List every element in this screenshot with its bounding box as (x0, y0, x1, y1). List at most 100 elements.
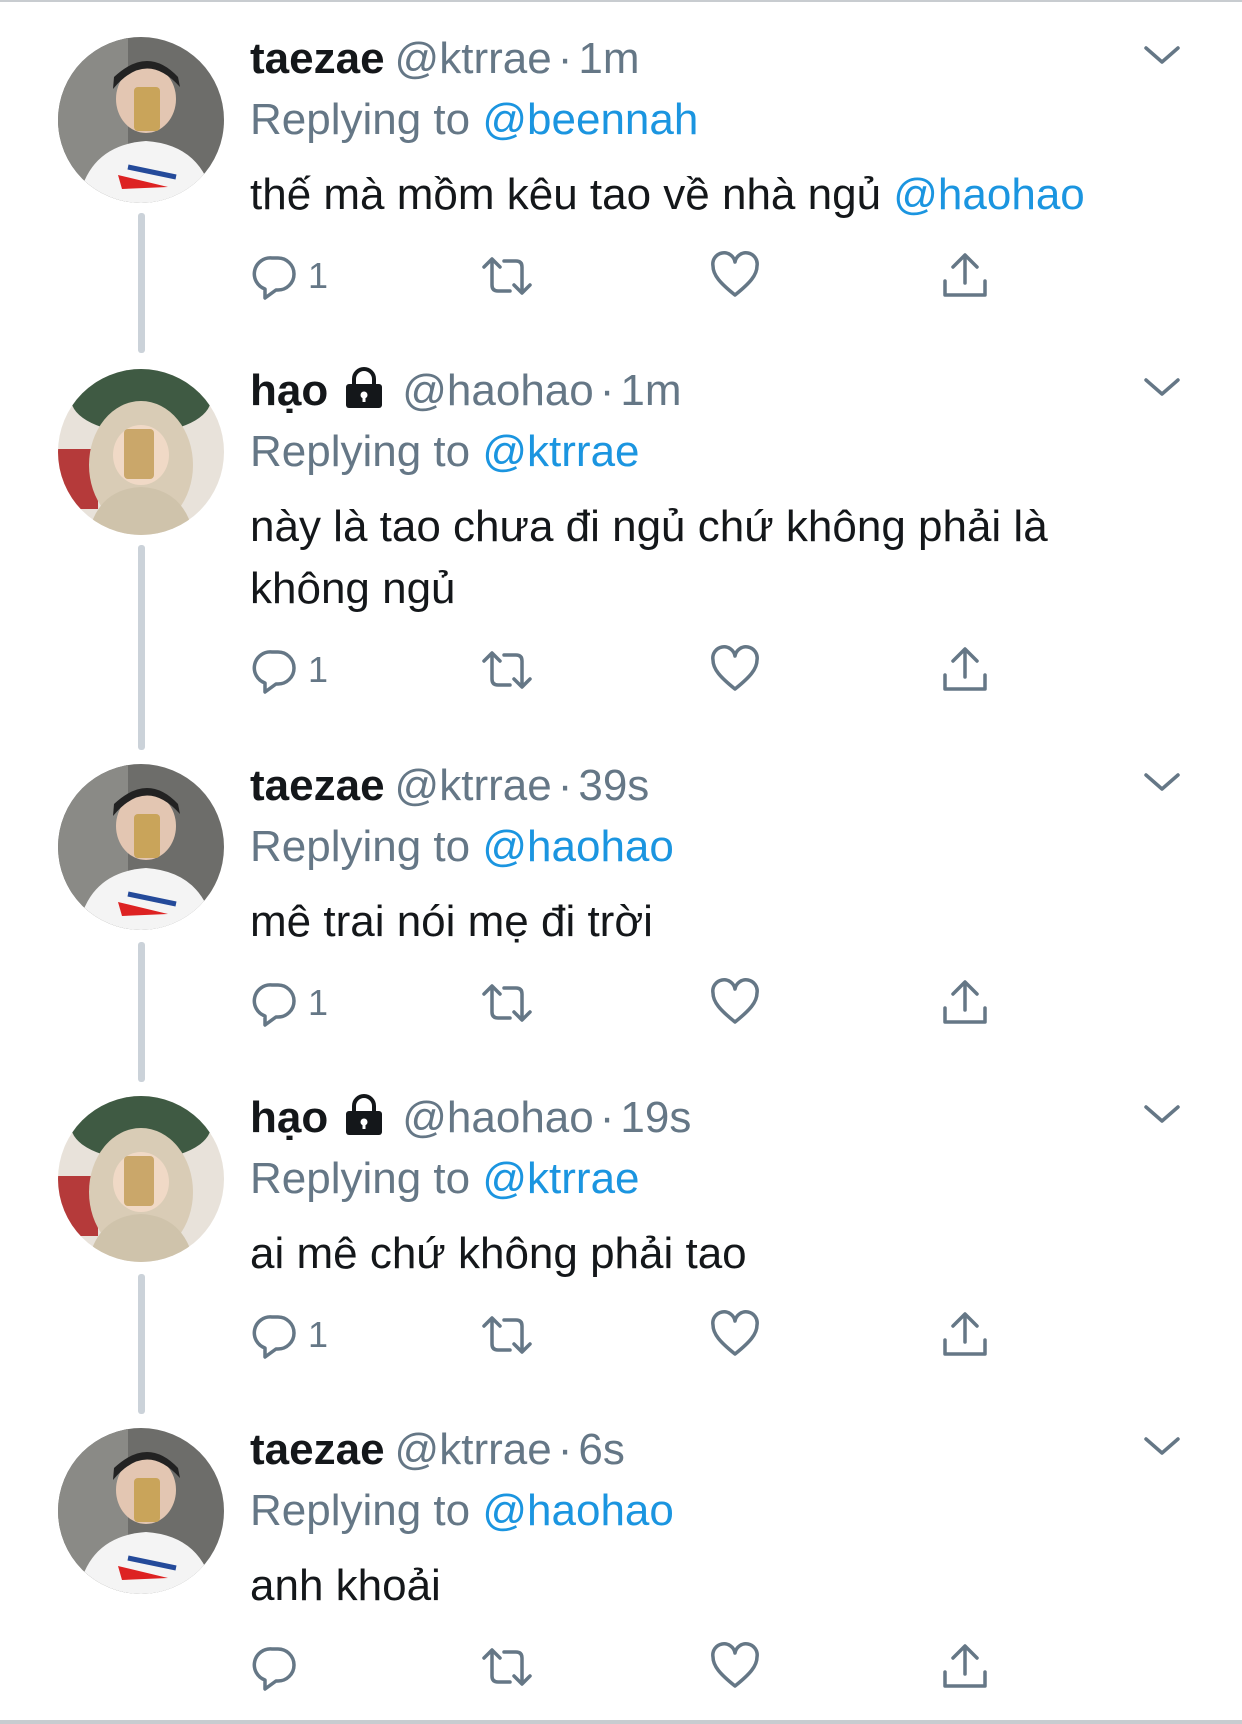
display-name[interactable]: taezae (250, 34, 385, 83)
username[interactable]: @haohao (402, 1093, 594, 1142)
tweet-body: này là tao chưa đi ngủ chứ không phải là… (250, 502, 1048, 613)
avatar[interactable] (58, 1428, 224, 1594)
like-button[interactable] (710, 251, 760, 301)
reply-button[interactable]: 1 (250, 645, 328, 695)
reply-icon (252, 983, 296, 1027)
reply-button[interactable]: 1 (250, 978, 328, 1028)
reply-count: 1 (308, 649, 329, 690)
action-bar: 1 (250, 1310, 1010, 1370)
share-button[interactable] (940, 251, 990, 301)
separator-dot: · (599, 366, 615, 415)
reply-mention-link[interactable]: @ktrrae (482, 427, 639, 476)
heart-icon (711, 1310, 759, 1356)
replying-to: Replying to @haohao (250, 1483, 674, 1539)
chevron-down-icon[interactable] (1142, 374, 1182, 402)
replying-to: Replying to @ktrrae (250, 424, 640, 480)
timestamp[interactable]: 1m (578, 34, 639, 83)
share-button[interactable] (940, 645, 990, 695)
tweet-text: thế mà mồm kêu tao về nhà ngủ @haohao (250, 164, 1150, 226)
retweet-icon (482, 651, 532, 689)
replying-to: Replying to @ktrrae (250, 1151, 640, 1207)
display-name[interactable]: taezae (250, 1425, 385, 1474)
thread-line (138, 213, 145, 353)
share-button[interactable] (940, 978, 990, 1028)
username[interactable]: @haohao (402, 366, 594, 415)
username[interactable]: @ktrrae (395, 34, 552, 83)
username[interactable]: @ktrrae (395, 761, 552, 810)
reply-mention-link[interactable]: @haohao (482, 1486, 674, 1535)
timestamp[interactable]: 19s (620, 1093, 691, 1142)
chevron-down-icon[interactable] (1142, 769, 1182, 797)
heart-icon (711, 1642, 759, 1688)
thread-line (138, 942, 145, 1082)
action-bar: 1 (250, 251, 1010, 311)
retweet-button[interactable] (480, 645, 534, 695)
tweet-body: mê trai nói mẹ đi trời (250, 897, 653, 946)
chevron-down-icon[interactable] (1142, 1101, 1182, 1129)
like-button[interactable] (710, 978, 760, 1028)
avatar[interactable] (58, 764, 224, 930)
reply-icon (252, 650, 296, 694)
reply-count: 1 (308, 255, 329, 296)
tweet-text: ai mê chứ không phải tao (250, 1223, 1150, 1285)
separator-dot: · (557, 761, 573, 810)
reply-mention-link[interactable]: @ktrrae (482, 1154, 639, 1203)
thread-line (138, 1274, 145, 1414)
thread-line (138, 545, 145, 750)
action-bar: 1 (250, 978, 1010, 1038)
lock-icon (346, 367, 383, 408)
reply-icon (252, 1315, 296, 1359)
display-name[interactable]: hạo (250, 366, 328, 415)
replying-label: Replying to (250, 1154, 471, 1203)
tweet-text: anh khoải (250, 1555, 1150, 1617)
reply-mention-link[interactable]: @beennah (482, 95, 698, 144)
separator-dot: · (599, 1093, 615, 1142)
heart-icon (711, 251, 759, 297)
replying-label: Replying to (250, 427, 471, 476)
timestamp[interactable]: 39s (578, 761, 649, 810)
display-name[interactable]: hạo (250, 1093, 328, 1142)
tweet-text: này là tao chưa đi ngủ chứ không phải là… (250, 496, 1150, 620)
like-button[interactable] (710, 1310, 760, 1360)
tweet-body: anh khoải (250, 1561, 441, 1610)
share-icon (943, 253, 987, 297)
username[interactable]: @ktrrae (395, 1425, 552, 1474)
bottom-divider (0, 1720, 1242, 1724)
separator-dot: · (557, 34, 573, 83)
separator-dot: · (557, 1425, 573, 1474)
tweet-header: taezae @ktrrae · 39s (250, 758, 649, 814)
share-button[interactable] (940, 1642, 990, 1692)
retweet-button[interactable] (480, 1642, 534, 1692)
retweet-button[interactable] (480, 978, 534, 1028)
reply-button[interactable]: 1 (250, 251, 328, 301)
tweet-body: thế mà mồm kêu tao về nhà ngủ (250, 170, 894, 219)
mention-link[interactable]: @haohao (893, 170, 1085, 219)
retweet-button[interactable] (480, 1310, 534, 1360)
lock-icon (346, 1094, 383, 1135)
avatar[interactable] (58, 369, 224, 535)
heart-icon (711, 978, 759, 1024)
reply-button[interactable] (250, 1642, 308, 1692)
share-icon (943, 980, 987, 1024)
retweet-button[interactable] (480, 251, 534, 301)
tweet-body: ai mê chứ không phải tao (250, 1229, 747, 1278)
reply-mention-link[interactable]: @haohao (482, 822, 674, 871)
avatar[interactable] (58, 37, 224, 203)
timestamp[interactable]: 1m (620, 366, 681, 415)
tweet-header: hạo @haohao · 19s (250, 1090, 691, 1146)
top-divider (0, 0, 1242, 2)
reply-button[interactable]: 1 (250, 1310, 328, 1360)
share-icon (943, 647, 987, 691)
avatar[interactable] (58, 1096, 224, 1262)
share-button[interactable] (940, 1310, 990, 1360)
tweet-text: mê trai nói mẹ đi trời (250, 891, 1150, 953)
heart-icon (711, 645, 759, 691)
action-bar (250, 1642, 1010, 1702)
chevron-down-icon[interactable] (1142, 42, 1182, 70)
display-name[interactable]: taezae (250, 761, 385, 810)
like-button[interactable] (710, 1642, 760, 1692)
like-button[interactable] (710, 645, 760, 695)
timestamp[interactable]: 6s (578, 1425, 624, 1474)
chevron-down-icon[interactable] (1142, 1433, 1182, 1461)
share-icon (943, 1312, 987, 1356)
